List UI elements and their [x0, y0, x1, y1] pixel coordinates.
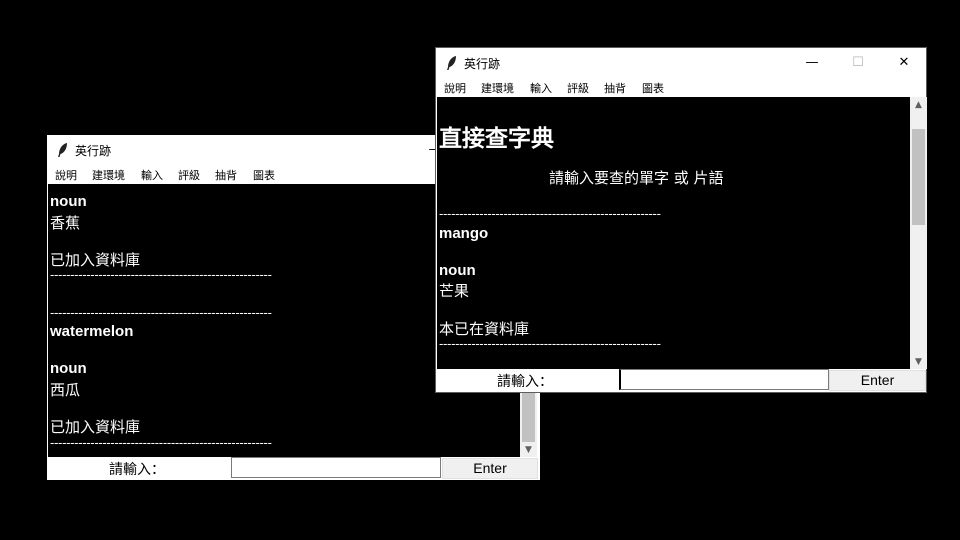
front-enter-button[interactable]: Enter [829, 370, 926, 391]
menu-rating[interactable]: 評級 [567, 80, 589, 96]
menu-chart[interactable]: 圖表 [253, 167, 275, 183]
front-input-bar: 請輸入： Enter [436, 369, 926, 392]
menu-quiz[interactable]: 抽背 [215, 167, 237, 183]
output-line: 西瓜 [50, 381, 81, 399]
back-input-bar: 請輸入： Enter [47, 457, 540, 480]
output-line: 芒果 [439, 282, 470, 301]
menu-help[interactable]: 說明 [55, 167, 77, 183]
front-window-title: 英行跡 [464, 57, 501, 71]
front-prompt-label: 請輸入： [497, 374, 553, 390]
output-line: 香蕉 [50, 213, 81, 232]
menu-input[interactable]: 輸入 [530, 80, 552, 96]
back-word-input[interactable] [231, 457, 441, 478]
separator-line: ----------------------------------------… [50, 304, 272, 320]
menu-help[interactable]: 說明 [444, 80, 466, 96]
output-line: noun [50, 193, 87, 210]
front-menu-bar: 說明 建環境 輸入 評級 抽背 圖表 [436, 77, 926, 97]
output-line: mango [439, 224, 489, 242]
feather-icon [447, 56, 456, 70]
menu-rating[interactable]: 評級 [178, 167, 200, 183]
back-enter-button[interactable]: Enter [442, 458, 538, 479]
separator-line: ----------------------------------------… [50, 434, 272, 450]
front-app-window: 英行跡 — ☐ ✕ 說明 建環境 輸入 評級 抽背 圖表 直接查字典 請輸入要查… [435, 47, 927, 393]
output-line: noun [50, 360, 87, 378]
close-button[interactable]: ✕ [881, 48, 927, 77]
arrow-down-icon[interactable]: ▼ [910, 357, 927, 367]
arrow-down-icon[interactable]: ▼ [520, 445, 537, 455]
front-title-bar[interactable]: 英行跡 — ☐ ✕ [436, 48, 926, 77]
page-subheading: 請輸入要查的單字 或 片語 [549, 169, 724, 187]
front-scrollbar[interactable]: ▲ ▼ [910, 97, 927, 369]
minimize-button[interactable]: — [789, 48, 835, 77]
back-scroll-thumb[interactable] [522, 390, 535, 442]
page-heading: 直接查字典 [439, 126, 554, 152]
arrow-up-icon[interactable]: ▲ [910, 100, 927, 110]
maximize-button[interactable]: ☐ [835, 48, 881, 77]
separator-line: ----------------------------------------… [439, 336, 661, 352]
menu-chart[interactable]: 圖表 [642, 80, 664, 96]
separator-line: ----------------------------------------… [50, 267, 272, 283]
feather-icon [58, 143, 67, 157]
menu-setup[interactable]: 建環境 [92, 167, 125, 183]
back-window-title: 英行跡 [75, 144, 112, 158]
menu-input[interactable]: 輸入 [141, 167, 163, 183]
menu-quiz[interactable]: 抽背 [604, 80, 626, 96]
front-word-input[interactable] [619, 369, 829, 390]
front-scroll-thumb[interactable] [912, 129, 925, 225]
output-line: noun [439, 261, 476, 279]
front-output-text-area[interactable]: 直接查字典 請輸入要查的單字 或 片語 --------------------… [437, 97, 910, 369]
menu-setup[interactable]: 建環境 [481, 80, 514, 96]
back-prompt-label: 請輸入： [109, 462, 165, 478]
output-line: watermelon [50, 323, 134, 341]
separator-line: ----------------------------------------… [439, 206, 661, 221]
